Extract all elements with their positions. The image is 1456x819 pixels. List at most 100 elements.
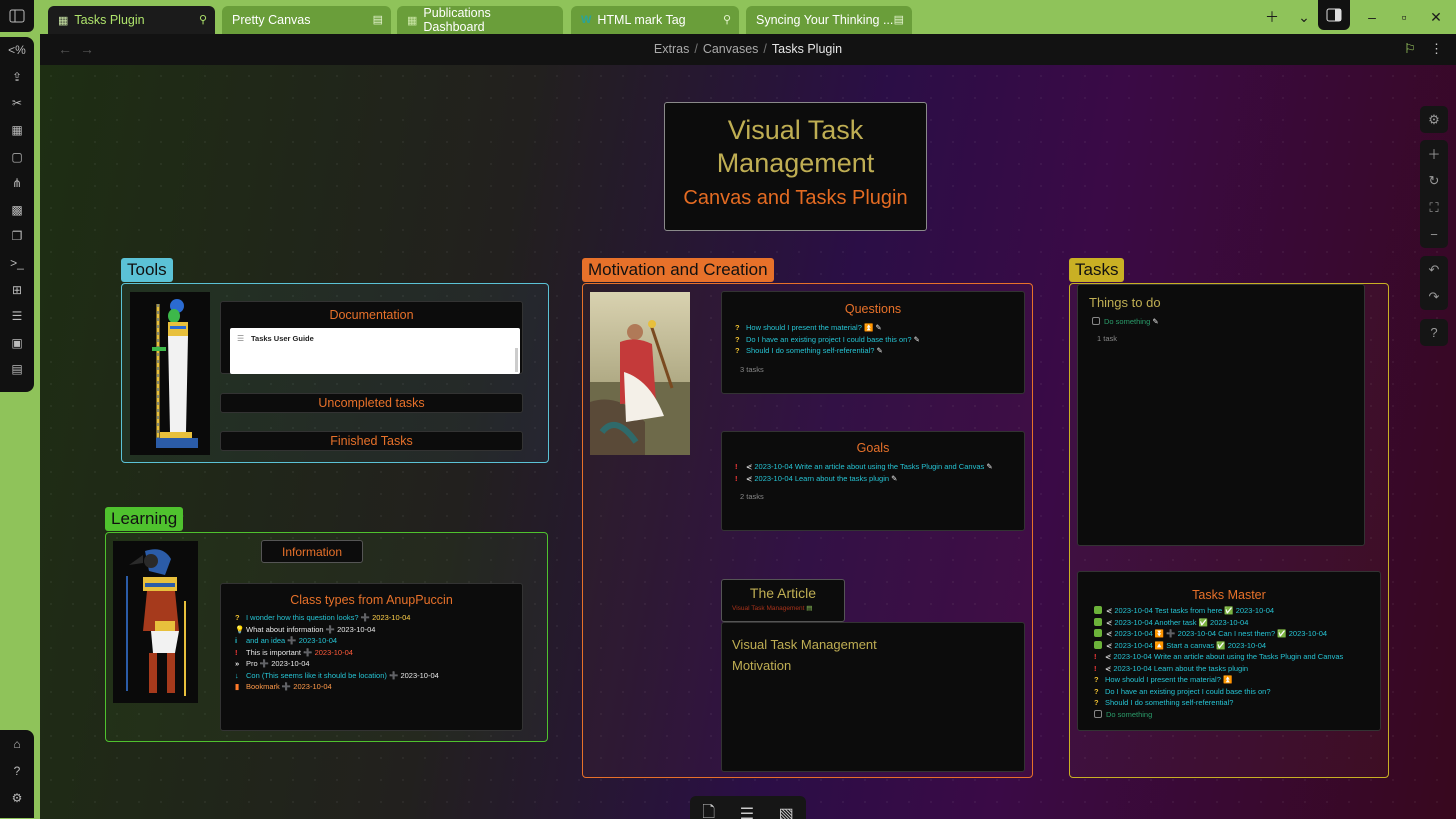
bookmark-icon[interactable]: ⚐ [1404,41,1416,57]
task-checkbox[interactable] [1094,606,1102,614]
finished-tasks-card[interactable]: Finished Tasks [220,431,523,451]
breadcrumb-current[interactable]: Tasks Plugin [772,42,842,56]
pencil-icon[interactable]: ✎ [986,462,992,471]
menu-icon[interactable]: ☰ [237,334,244,343]
canvas[interactable]: ⚙ ＋ ↻ ⛶ − ↶ ↷ ? Visual Task Management C… [40,65,1456,819]
list-item: ▮ Bookmark ➕ 2023-10-04 [235,681,522,693]
help-icon[interactable]: ? [0,757,34,784]
hero-card[interactable]: Visual Task Management Canvas and Tasks … [664,102,927,231]
pencil-icon[interactable]: ✎ [875,323,881,332]
saraswati-image-card[interactable] [590,292,690,455]
task-row: ⋞ 2023-10-04 🔼 Start a canvas ✅ 2023-10-… [1094,640,1380,652]
pencil-icon[interactable]: ✎ [877,346,883,355]
terminal-icon[interactable]: >_ [0,250,34,277]
pin-icon[interactable]: ⚲ [199,13,207,26]
article-card[interactable]: The Article Visual Task Management ▤ [721,579,845,622]
add-note-icon[interactable]: ☰ [740,804,754,819]
bookmark-icon: ▮ [235,682,240,691]
group-label-tasks[interactable]: Tasks [1069,258,1125,282]
task-text: 2023-10-04 Test tasks from here ✅ 2023-1… [1114,606,1275,615]
group-label-tools[interactable]: Tools [121,258,173,282]
list-item-text: 2023-10-04 Write an article about using … [754,462,985,471]
undo-icon[interactable]: ↶ [1420,256,1448,283]
breadcrumb-extras[interactable]: Extras [654,42,689,56]
slides-icon[interactable]: ⊞ [0,276,34,303]
task-row: ! ⋞ 2023-10-04 Write an article about usi… [1094,651,1380,663]
tab-syncing-your-thinking[interactable]: Syncing Your Thinking ... ▤ [746,6,912,34]
task-checkbox[interactable] [1094,629,1102,637]
graph-icon[interactable]: ⋔ [0,170,34,197]
thoth-image-card[interactable] [113,541,198,703]
fit-screen-icon[interactable]: ⛶ [1420,194,1448,221]
list-item: i and an idea ➕ 2023-10-04 [235,635,522,647]
add-list-icon[interactable]: ☰ [0,303,34,330]
minimize-icon[interactable]: – [1356,6,1388,28]
table-icon[interactable]: ▦ [0,117,34,144]
upload-icon[interactable]: ⇪ [0,64,34,91]
code-icon[interactable]: <% [0,37,34,64]
tab-actions: ＋ ⌄ [1256,6,1320,28]
documentation-embed[interactable]: ☰ Tasks User Guide [230,328,520,374]
article-link[interactable]: Visual Task Management ▤ [722,604,844,612]
left-ribbon-bottom: ⌂ ? ⚙ [0,730,34,818]
file-icon[interactable]: ▢ [0,143,34,170]
add-card-icon[interactable]: 🗋 [702,801,715,819]
add-media-icon[interactable]: ▧ [779,804,794,819]
gear-icon[interactable]: ⚙ [1420,106,1448,133]
list-item-date: 2023-10-04 [337,624,376,634]
chevron-down-icon[interactable]: ⌄ [1288,6,1320,28]
uncompleted-tasks-card[interactable]: Uncompleted tasks [220,393,523,413]
help-icon[interactable]: ? [1420,319,1448,346]
new-tab-icon[interactable]: ＋ [1256,6,1288,28]
tab-label: Syncing Your Thinking ... [756,13,894,27]
group-label-learning[interactable]: Learning [105,507,184,531]
reset-zoom-icon[interactable]: ↻ [1420,167,1448,194]
class-types-list: ? I wonder how this question looks? ➕ 202… [221,612,522,693]
task-checkbox[interactable] [1094,709,1102,718]
tab-publications-dashboard[interactable]: ▦ Publications Dashboard [397,6,563,34]
pencil-icon[interactable]: ✎ [891,474,897,483]
left-ribbon: <% ⇪ ✂ ▦ ▢ ⋔ ▩ ❐ >_ ⊞ ☰ ▣ ▤ [0,37,34,392]
zoom-out-icon[interactable]: − [1420,221,1448,248]
calendar-icon[interactable]: ▤ [0,356,34,383]
tools-icon[interactable]: ✂ [0,90,34,117]
group-label-motivation[interactable]: Motivation and Creation [582,258,774,282]
left-sidebar-toggle[interactable] [0,0,34,32]
maximize-icon[interactable]: ▫ [1388,6,1420,28]
breadcrumb-canvases[interactable]: Canvases [703,42,759,56]
ptah-image-card[interactable] [130,292,210,455]
gear-icon[interactable]: ⚙ [0,784,34,811]
exclamation-icon: ! [735,473,738,483]
tab-html-mark-tag[interactable]: W HTML mark Tag ⚲ [571,6,739,34]
goals-list: ! ⋞ 2023-10-04 Write an article about usi… [722,461,1024,484]
layout-icon[interactable]: ▣ [0,330,34,357]
information-card[interactable]: Information [261,540,363,563]
tab-pretty-canvas[interactable]: Pretty Canvas ▤ [222,6,391,34]
pencil-icon[interactable]: ✎ [914,335,920,344]
tab-tasks-plugin[interactable]: ▦ Tasks Plugin ⚲ [48,6,215,34]
vault-icon[interactable]: ⌂ [0,730,34,757]
more-options-icon[interactable]: ⋮ [1430,41,1443,57]
list-item: ! ⋞ 2023-10-04 Write an article about usi… [735,461,1024,473]
zoom-in-icon[interactable]: ＋ [1420,140,1448,167]
task-checkbox[interactable] [1094,640,1102,649]
things-to-do-card[interactable]: Things to do Do something ✎ 1 task [1077,284,1365,546]
pin-icon[interactable]: ⚲ [723,13,731,26]
goals-card[interactable]: Goals ! ⋞ 2023-10-04 Write an article abo… [721,431,1025,531]
redo-icon[interactable]: ↷ [1420,283,1448,310]
task-checkbox[interactable] [1092,317,1100,325]
pencil-icon[interactable]: ✎ [1152,317,1158,326]
embed-scrollbar[interactable] [515,348,518,372]
article-body-card[interactable]: Visual Task Management Motivation [721,622,1025,772]
task-checkbox[interactable] [1094,617,1102,626]
dashboard-icon[interactable]: ▩ [0,197,34,224]
close-icon[interactable]: ✕ [1420,6,1452,28]
tasks-master-card[interactable]: Tasks Master ⋞ 2023-10-04 Test tasks fro… [1077,571,1381,731]
questions-card[interactable]: Questions ? How should I present the mate… [721,291,1025,394]
documentation-card[interactable]: Documentation ☰ Tasks User Guide [220,301,523,374]
ptah-figure-image [130,292,210,455]
class-types-card[interactable]: Class types from AnupPuccin ? I wonder ho… [220,583,523,731]
right-sidebar-toggle[interactable] [1318,0,1350,30]
copy-icon[interactable]: ❐ [0,223,34,250]
tasks-master-title: Tasks Master [1192,588,1266,602]
